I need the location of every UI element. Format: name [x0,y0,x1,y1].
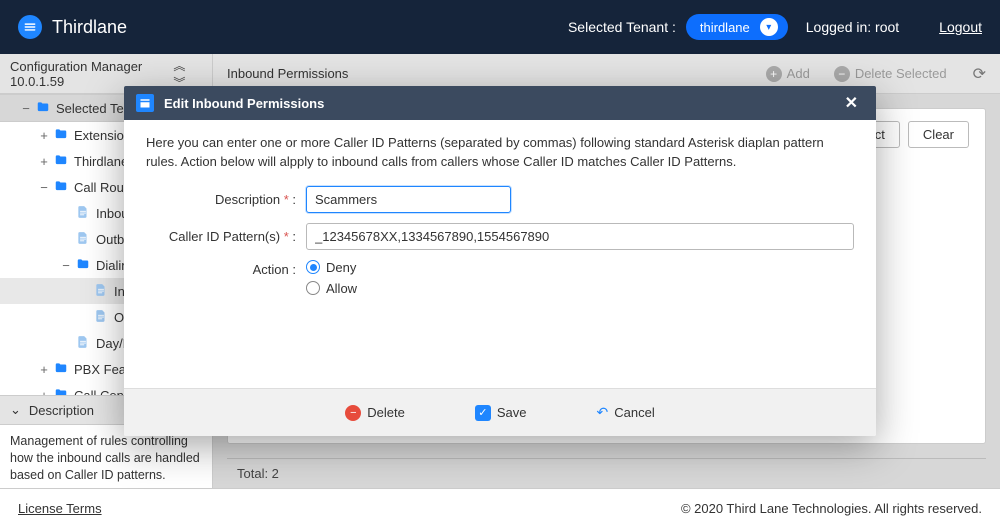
selected-tenant-label: Selected Tenant : [568,19,676,35]
plus-icon: + [766,66,782,82]
save-button[interactable]: ✓ Save [475,405,527,421]
tree-expander[interactable]: − [38,180,50,195]
delete-selected-label: Delete Selected [855,66,947,81]
app-header: Thirdlane Selected Tenant : thirdlane ▾ … [0,0,1000,54]
brand-logo-icon [18,15,42,39]
radio-label: Deny [326,260,356,275]
radio-icon [306,281,320,295]
total-footer: Total: 2 [227,458,986,488]
refresh-icon[interactable]: ⟳ [973,64,986,84]
file-icon [76,205,90,222]
license-terms-link[interactable]: License Terms [18,501,102,516]
action-radio-allow[interactable]: Allow [306,281,357,296]
dialog-intro-text: Here you can enter one or more Caller ID… [146,134,854,172]
folder-icon [54,153,68,170]
copyright-label: © 2020 Third Lane Technologies. All righ… [681,501,982,516]
config-manager-label: Configuration Manager 10.0.1.59 [10,59,173,89]
dialog-footer: − Delete ✓ Save ↶ Cancel [124,388,876,436]
undo-icon: ↶ [597,404,609,421]
description-field-label: Description * : [146,192,296,207]
tenant-name: thirdlane [700,20,750,35]
minus-icon: − [834,66,850,82]
caller-id-patterns-input[interactable] [306,223,854,250]
tree-expander[interactable]: + [38,128,50,143]
dialog-body: Here you can enter one or more Caller ID… [124,120,876,388]
action-field-label: Action : [146,260,296,277]
tree-expander[interactable]: + [38,154,50,169]
caller-id-patterns-label: Caller ID Pattern(s) * : [146,229,296,244]
chevron-down-icon: ▾ [760,18,778,36]
delete-label: Delete [367,405,405,420]
save-label: Save [497,405,527,420]
tenant-dropdown[interactable]: thirdlane ▾ [686,14,788,40]
file-icon [94,283,108,300]
folder-icon [36,100,50,117]
file-icon [76,231,90,248]
folder-icon [76,257,90,274]
delete-selected-button[interactable]: − Delete Selected [828,62,953,86]
delete-button[interactable]: − Delete [345,405,405,421]
page-title: Inbound Permissions [227,66,348,81]
action-radio-deny[interactable]: Deny [306,260,357,275]
dialog-title: Edit Inbound Permissions [164,96,324,111]
description-input[interactable] [306,186,511,213]
cancel-button[interactable]: ↶ Cancel [597,404,655,421]
dialog-icon [136,94,154,112]
description-header-label: Description [29,403,94,418]
app-footer: License Terms © 2020 Third Lane Technolo… [0,488,1000,528]
file-icon [94,309,108,326]
folder-icon [54,361,68,378]
folder-icon [54,127,68,144]
tree-expander[interactable]: + [38,362,50,377]
chevron-down-icon: ⌄ [10,402,21,418]
edit-inbound-permissions-dialog: Edit Inbound Permissions ✕ Here you can … [124,86,876,436]
clear-button[interactable]: Clear [908,121,969,148]
tree-expander[interactable]: − [60,258,72,273]
folder-icon [54,179,68,196]
minus-icon: − [20,101,32,116]
logout-link[interactable]: Logout [939,19,982,35]
cancel-label: Cancel [614,405,654,420]
tree-expander[interactable]: + [38,388,50,396]
brand-name: Thirdlane [52,17,127,38]
close-icon[interactable]: ✕ [839,89,864,117]
save-icon: ✓ [475,405,491,421]
delete-icon: − [345,405,361,421]
radio-label: Allow [326,281,357,296]
folder-icon [54,387,68,396]
add-button[interactable]: + Add [760,62,816,86]
dialog-header: Edit Inbound Permissions ✕ [124,86,876,120]
add-label: Add [787,66,810,81]
radio-icon [306,260,320,274]
file-icon [76,335,90,352]
logged-in-label: Logged in: root [806,19,899,35]
